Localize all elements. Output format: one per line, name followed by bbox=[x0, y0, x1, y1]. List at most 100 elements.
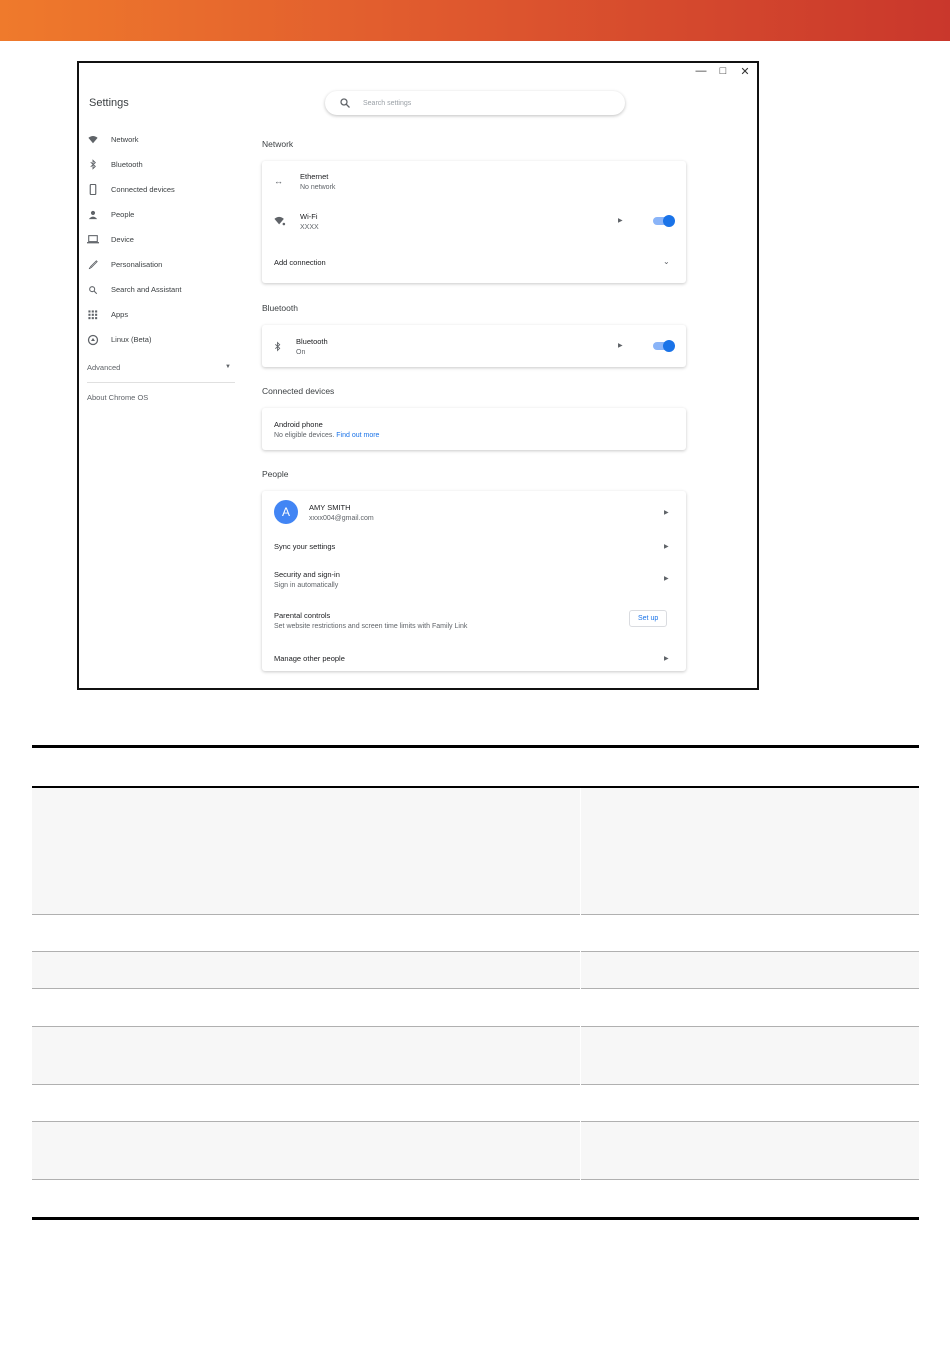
wifi-label: Wi-Fi bbox=[300, 211, 318, 221]
sidebar-item-search-and-assistant[interactable]: Search and Assistant bbox=[87, 277, 235, 302]
add-connection-row[interactable]: Add connection ⌄ bbox=[262, 249, 686, 275]
security-label: Security and sign-in bbox=[274, 569, 340, 579]
sidebar-about[interactable]: About Chrome OS bbox=[87, 393, 235, 402]
close-icon[interactable]: ✕ bbox=[739, 65, 751, 78]
table-bottom-rule bbox=[32, 1217, 919, 1220]
laptop-icon bbox=[87, 234, 99, 246]
sidebar-item-people[interactable]: People bbox=[87, 202, 235, 227]
parental-controls-row: Parental controls Set website restrictio… bbox=[262, 606, 686, 634]
security-status: Sign in automatically bbox=[274, 581, 339, 589]
chevron-right-icon[interactable]: ▶ bbox=[618, 217, 623, 224]
maximize-icon[interactable]: □ bbox=[717, 65, 729, 78]
bluetooth-toggle[interactable] bbox=[653, 340, 675, 352]
connected-devices-card: Android phone No eligible devices. Find … bbox=[262, 408, 686, 450]
table-row-divider bbox=[32, 988, 919, 989]
chevron-right-icon[interactable]: ▶ bbox=[618, 342, 623, 349]
table-row bbox=[32, 1122, 919, 1179]
sidebar-item-label: Network bbox=[111, 135, 139, 144]
set-up-button[interactable]: Set up bbox=[629, 610, 668, 627]
sidebar-item-personalisation[interactable]: Personalisation bbox=[87, 252, 235, 277]
apps-grid-icon bbox=[87, 309, 99, 321]
sidebar-advanced-label: Advanced bbox=[87, 362, 121, 372]
linux-icon bbox=[87, 334, 99, 346]
chevron-right-icon[interactable]: ▶ bbox=[664, 509, 669, 516]
account-name: AMY SMITH bbox=[309, 502, 351, 512]
table-row-divider bbox=[32, 951, 919, 952]
wifi-icon bbox=[274, 216, 300, 226]
sidebar-item-label: Device bbox=[111, 235, 134, 244]
wifi-icon bbox=[87, 134, 99, 146]
bluetooth-status: On bbox=[296, 348, 306, 356]
minimize-icon[interactable]: — bbox=[695, 65, 707, 78]
sync-settings-label: Sync your settings bbox=[274, 541, 336, 551]
sidebar-item-label: Search and Assistant bbox=[111, 285, 182, 294]
chevron-right-icon[interactable]: ▶ bbox=[664, 655, 669, 662]
table-row-divider bbox=[32, 914, 919, 915]
table-row-divider bbox=[32, 1026, 919, 1027]
bluetooth-icon bbox=[87, 159, 99, 171]
manage-people-label: Manage other people bbox=[274, 653, 345, 663]
search-icon bbox=[340, 98, 350, 108]
sidebar-item-label: Connected devices bbox=[111, 185, 175, 194]
manage-people-row[interactable]: Manage other people ▶ bbox=[262, 647, 686, 669]
brush-icon bbox=[87, 259, 99, 271]
app-title: Settings bbox=[89, 97, 129, 109]
table-column-separator bbox=[580, 788, 581, 1218]
find-out-more-link[interactable]: Find out more bbox=[336, 432, 379, 439]
wifi-toggle[interactable] bbox=[653, 215, 675, 227]
bluetooth-label: Bluetooth bbox=[296, 336, 328, 346]
bluetooth-card: Bluetooth On ▶ bbox=[262, 325, 686, 367]
caret-down-icon: ▼ bbox=[225, 364, 231, 370]
section-title-network: Network bbox=[262, 139, 294, 149]
section-title-people: People bbox=[262, 469, 289, 479]
ethernet-row[interactable]: ↔ Ethernet No network bbox=[262, 167, 686, 195]
settings-window: — □ ✕ Settings Search settings Network B… bbox=[77, 61, 759, 690]
account-row[interactable]: A AMY SMITH xxxx004@gmail.com ▶ bbox=[262, 497, 686, 527]
avatar: A bbox=[274, 500, 298, 524]
table-top-rule bbox=[32, 745, 919, 748]
person-icon bbox=[87, 209, 99, 221]
window-controls: — □ ✕ bbox=[695, 65, 751, 78]
add-connection-label: Add connection bbox=[274, 257, 326, 267]
android-phone-row[interactable]: Android phone No eligible devices. Find … bbox=[262, 415, 686, 443]
table-row bbox=[32, 788, 919, 914]
sidebar-item-network[interactable]: Network bbox=[87, 127, 235, 152]
chevron-down-icon[interactable]: ⌄ bbox=[663, 257, 670, 266]
sidebar-item-label: People bbox=[111, 210, 135, 219]
search-placeholder: Search settings bbox=[363, 99, 412, 107]
table-row bbox=[32, 1027, 919, 1084]
wifi-row[interactable]: Wi-Fi XXXX ▶ bbox=[262, 207, 686, 235]
sidebar-item-label: Linux (Beta) bbox=[111, 335, 152, 344]
bluetooth-row[interactable]: Bluetooth On ▶ bbox=[262, 332, 686, 360]
sidebar-item-apps[interactable]: Apps bbox=[87, 302, 235, 327]
ethernet-status: No network bbox=[300, 183, 336, 191]
sidebar-item-label: Personalisation bbox=[111, 260, 163, 269]
sidebar-item-linux[interactable]: Linux (Beta) bbox=[87, 327, 235, 352]
sidebar-item-label: Bluetooth bbox=[111, 160, 143, 169]
sidebar-item-connected-devices[interactable]: Connected devices bbox=[87, 177, 235, 202]
network-card: ↔ Ethernet No network Wi-Fi XXXX ▶ Add c… bbox=[262, 161, 686, 283]
section-title-bluetooth: Bluetooth bbox=[262, 303, 298, 313]
sidebar-item-device[interactable]: Device bbox=[87, 227, 235, 252]
sidebar-divider bbox=[87, 382, 235, 383]
search-input[interactable]: Search settings bbox=[325, 91, 625, 115]
android-phone-label: Android phone bbox=[274, 419, 323, 429]
account-email: xxxx004@gmail.com bbox=[309, 514, 374, 522]
chevron-right-icon[interactable]: ▶ bbox=[664, 543, 669, 550]
sync-settings-row[interactable]: Sync your settings ▶ bbox=[262, 535, 686, 557]
sidebar-advanced[interactable]: Advanced ▼ bbox=[87, 356, 235, 378]
table-row-divider bbox=[32, 1121, 919, 1122]
table-row-divider bbox=[32, 1084, 919, 1085]
sidebar-item-bluetooth[interactable]: Bluetooth bbox=[87, 152, 235, 177]
parental-controls-label: Parental controls bbox=[274, 610, 331, 620]
security-row[interactable]: Security and sign-in Sign in automatical… bbox=[262, 565, 686, 593]
sidebar: Network Bluetooth Connected devices Peop… bbox=[87, 127, 235, 402]
chevron-right-icon[interactable]: ▶ bbox=[664, 575, 669, 582]
ethernet-label: Ethernet bbox=[300, 171, 329, 181]
people-card: A AMY SMITH xxxx004@gmail.com ▶ Sync you… bbox=[262, 491, 686, 671]
search-icon bbox=[87, 284, 99, 296]
sidebar-item-label: Apps bbox=[111, 310, 129, 319]
parental-controls-status: Set website restrictions and screen time… bbox=[274, 622, 468, 630]
phone-icon bbox=[87, 184, 99, 196]
wifi-network-name: XXXX bbox=[300, 223, 319, 231]
